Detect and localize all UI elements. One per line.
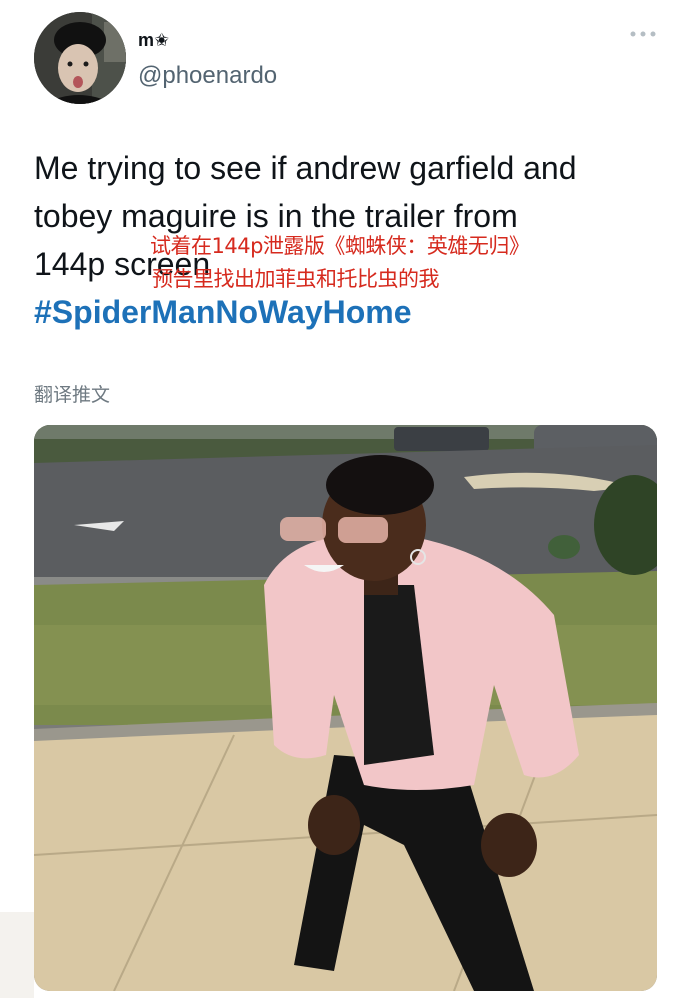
overlay-caption-line-1: 试着在144p泄露版《蜘蛛侠：英雄无归》 — [150, 234, 530, 258]
user-handle[interactable]: @phoenardo — [138, 62, 277, 90]
image-edge-artifact — [0, 912, 34, 998]
tweet-media-image[interactable] — [34, 425, 657, 991]
tweet-line-1: Me trying to see if andrew garfield and — [34, 150, 577, 186]
meme-photo-image — [34, 425, 657, 991]
more-options-dots-icon — [630, 31, 656, 37]
avatar-photo-icon — [34, 12, 126, 104]
more-options-icon[interactable] — [628, 28, 658, 42]
display-name[interactable]: m✬ — [138, 30, 169, 51]
user-avatar[interactable] — [34, 12, 126, 104]
hashtag-link[interactable]: #SpiderManNoWayHome — [34, 288, 664, 336]
overlay-caption-line-2: 预告里找出加菲虫和托比虫的我 — [152, 267, 440, 291]
tweet-card: m✬ @phoenardo Me trying to see if andrew… — [0, 0, 690, 998]
translate-tweet-link[interactable]: 翻译推文 — [34, 380, 110, 407]
